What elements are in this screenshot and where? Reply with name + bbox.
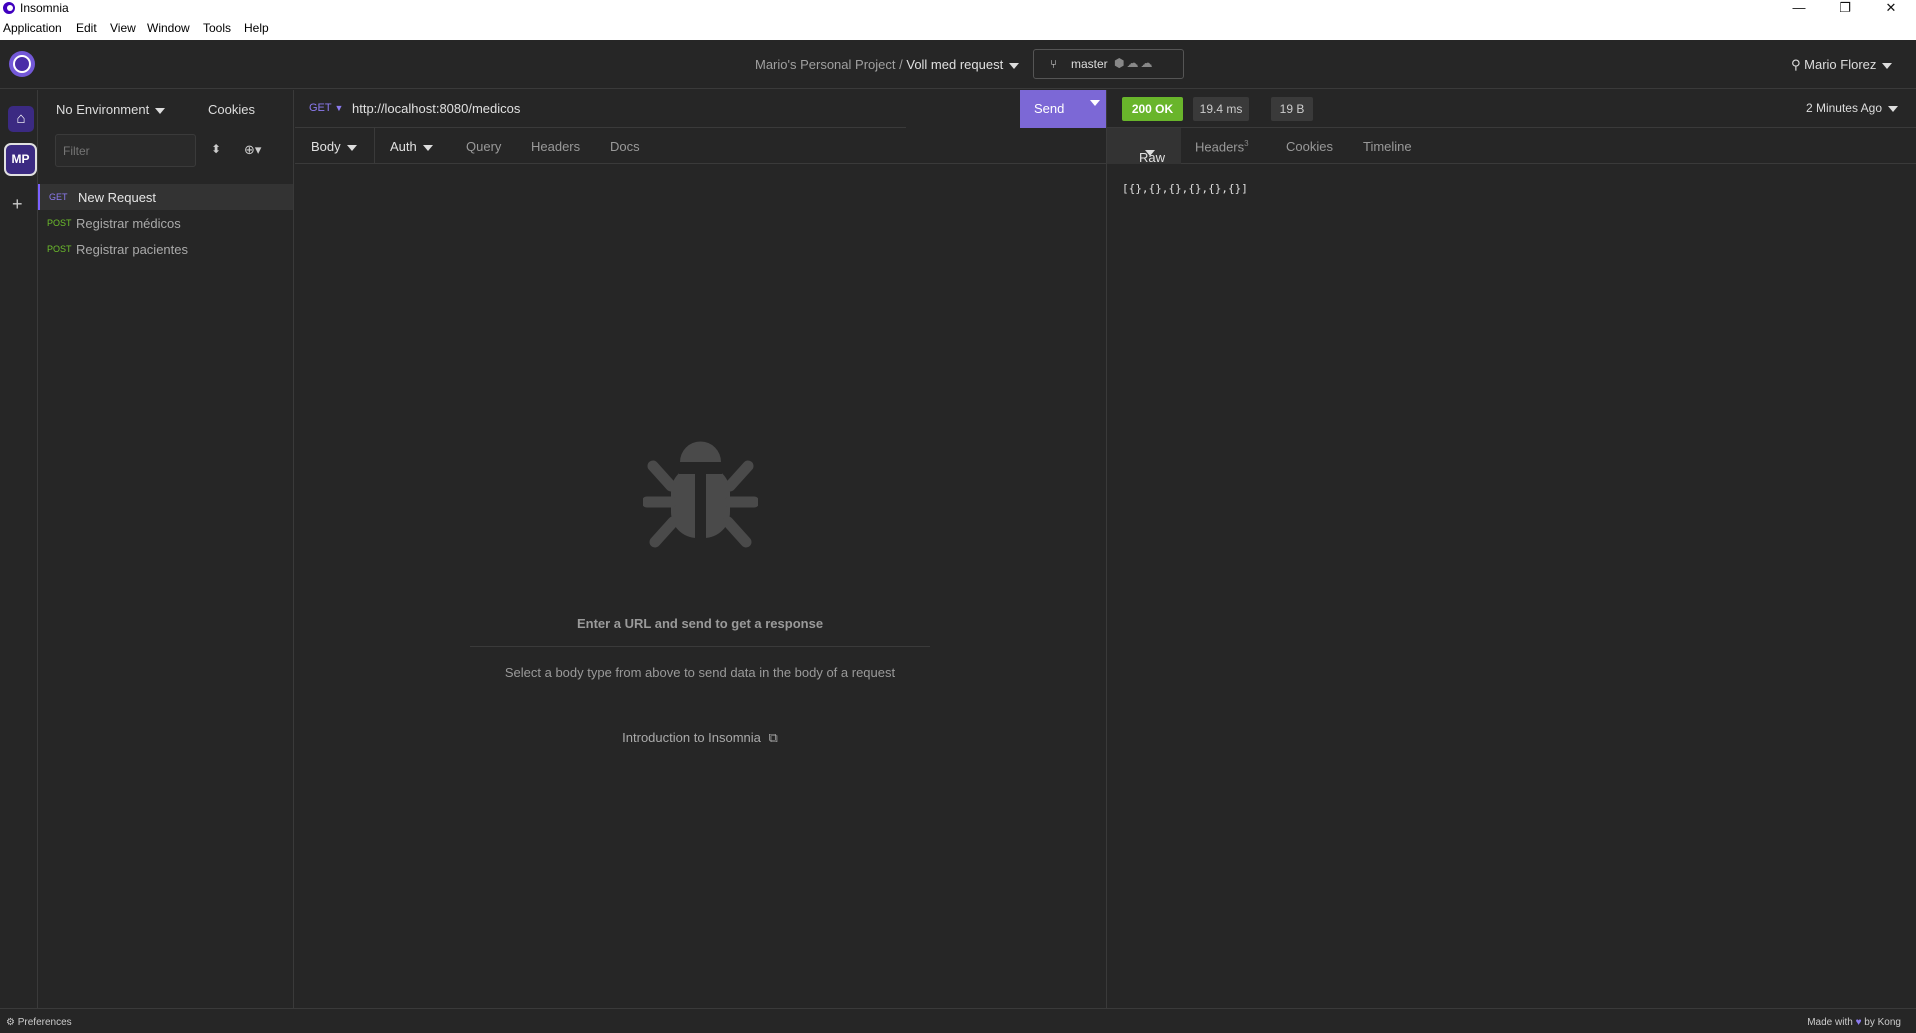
divider (470, 646, 930, 647)
status-bar: ⚙ Preferences Made with ♥ by Kong (0, 1008, 1916, 1033)
menu-tools[interactable]: Tools (203, 21, 231, 35)
empty-state-title: Enter a URL and send to get a response (576, 616, 824, 631)
response-size-badge: 19 B (1271, 97, 1313, 121)
user-icon: ⚲ (1791, 57, 1801, 72)
headers-count-badge: 3 (1244, 139, 1249, 148)
tab-divider (374, 128, 375, 164)
method-badge: GET (49, 192, 68, 202)
environment-dropdown[interactable]: No Environment (56, 102, 166, 117)
response-body[interactable]: [{},{},{},{},{},{}] (1122, 182, 1248, 195)
method-selector[interactable]: GET ▼ (309, 102, 343, 114)
chevron-down-icon (1882, 62, 1893, 69)
environment-label: No Environment (56, 102, 150, 117)
response-ago-label: 2 Minutes Ago (1805, 101, 1882, 115)
insomnia-logo-icon (3, 2, 15, 14)
introduction-link[interactable]: Introduction to Insomnia ⧉ (500, 730, 900, 746)
sidebar-request-registrar-pacientes[interactable]: POST Registrar pacientes (38, 236, 293, 262)
left-rail: ⌂ MP + (0, 90, 38, 1008)
heart-icon: ♥ (1855, 1017, 1862, 1028)
url-input[interactable]: http://localhost:8080/medicos (352, 101, 520, 116)
tab-query[interactable]: Query (466, 139, 501, 154)
tab-response-headers[interactable]: Headers3 (1195, 139, 1249, 154)
menu-bar: Application Edit View Window Tools Help (0, 18, 1916, 40)
home-icon[interactable]: ⌂ (8, 106, 34, 132)
git-branch-icon: ⑂ (1050, 57, 1058, 71)
plus-icon[interactable]: + (12, 194, 23, 215)
user-menu[interactable]: ⚲ Mario Florez (1791, 57, 1893, 73)
chevron-down-icon[interactable] (1009, 62, 1020, 69)
tab-raw[interactable]: Raw (1107, 128, 1181, 165)
menu-view[interactable]: View (110, 21, 136, 35)
request-name: Registrar pacientes (76, 242, 188, 257)
cloud-sync-icons: ⬢☁☁ (1114, 56, 1155, 70)
breadcrumb-separator: / (899, 57, 903, 72)
empty-state-description: Select a body type from above to send da… (504, 665, 896, 680)
sidebar: No Environment Cookies ⬍ ⊕▾ GET New Requ… (38, 90, 294, 1008)
menu-edit[interactable]: Edit (76, 21, 97, 35)
pane-divider[interactable] (1106, 90, 1107, 1008)
send-label: Send (1034, 101, 1065, 116)
window-title: Insomnia (20, 1, 69, 15)
method-badge: POST (47, 244, 72, 254)
external-link-icon: ⧉ (768, 730, 778, 745)
preferences-label: Preferences (17, 1017, 72, 1028)
tab-headers[interactable]: Headers (531, 139, 580, 154)
tab-auth[interactable]: Auth (390, 139, 433, 154)
gear-icon: ⚙ (6, 1017, 15, 1028)
method-label: GET (309, 102, 332, 114)
user-name: Mario Florez (1804, 57, 1877, 72)
add-circle-icon[interactable]: ⊕▾ (244, 142, 261, 158)
cookies-button[interactable]: Cookies (208, 102, 255, 117)
maximize-button[interactable]: ❐ (1822, 0, 1868, 18)
chevron-down-icon (346, 144, 357, 151)
url-bar: GET ▼ http://localhost:8080/medicos (295, 90, 906, 128)
tab-response-cookies[interactable]: Cookies (1286, 139, 1333, 154)
request-tabs: Body Auth Query Headers Docs (295, 128, 1106, 164)
request-name: New Request (78, 190, 157, 205)
made-with-kong: Made with ♥ by Kong (1807, 1017, 1901, 1028)
chevron-down-icon (422, 144, 433, 151)
sort-icon[interactable]: ⬍ (211, 142, 221, 156)
minimize-button[interactable]: — (1776, 0, 1822, 18)
menu-application[interactable]: Application (3, 21, 62, 35)
close-button[interactable]: ✕ (1868, 0, 1914, 18)
response-header: 200 OK 19.4 ms 19 B 2 Minutes Ago (1107, 90, 1916, 128)
chevron-down-icon: ▼ (334, 103, 344, 113)
chevron-down-icon (1145, 150, 1155, 156)
method-badge: POST (47, 218, 72, 228)
tab-timeline[interactable]: Timeline (1363, 139, 1412, 154)
tab-docs[interactable]: Docs (610, 139, 640, 154)
request-name: Registrar médicos (76, 216, 181, 231)
chevron-down-icon (1888, 105, 1898, 112)
response-time-badge: 19.4 ms (1193, 97, 1249, 121)
sidebar-request-registrar-medicos[interactable]: POST Registrar médicos (38, 210, 293, 236)
breadcrumb: Mario's Personal Project / Voll med requ… (755, 57, 1020, 72)
sidebar-request-new-request[interactable]: GET New Request (38, 184, 293, 210)
workspace-avatar[interactable]: MP (4, 143, 37, 176)
app-header: Mario's Personal Project / Voll med requ… (0, 40, 1916, 89)
breadcrumb-collection[interactable]: Voll med request (906, 57, 1003, 72)
bug-icon (643, 441, 758, 548)
send-button[interactable]: Send (1020, 90, 1106, 128)
menu-window[interactable]: Window (147, 21, 190, 35)
send-options-chevron-icon[interactable] (1090, 100, 1100, 106)
breadcrumb-project[interactable]: Mario's Personal Project (755, 57, 895, 72)
introduction-link-label: Introduction to Insomnia (622, 730, 761, 745)
insomnia-home-logo-icon[interactable] (9, 51, 35, 77)
branch-label: master (1071, 57, 1108, 71)
chevron-down-icon (155, 107, 166, 114)
status-badge: 200 OK (1122, 97, 1183, 121)
response-tabs: Raw Headers3 Cookies Timeline (1107, 128, 1916, 165)
menu-help[interactable]: Help (244, 21, 269, 35)
preferences-button[interactable]: ⚙ Preferences (6, 1017, 72, 1028)
tab-body[interactable]: Body (311, 139, 357, 154)
git-branch-button[interactable]: ⑂ master ⬢☁☁ (1033, 49, 1184, 79)
filter-input[interactable] (55, 134, 196, 167)
title-bar: Insomnia — ❐ ✕ (0, 0, 1916, 18)
response-history-dropdown[interactable]: 2 Minutes Ago (1806, 101, 1898, 115)
